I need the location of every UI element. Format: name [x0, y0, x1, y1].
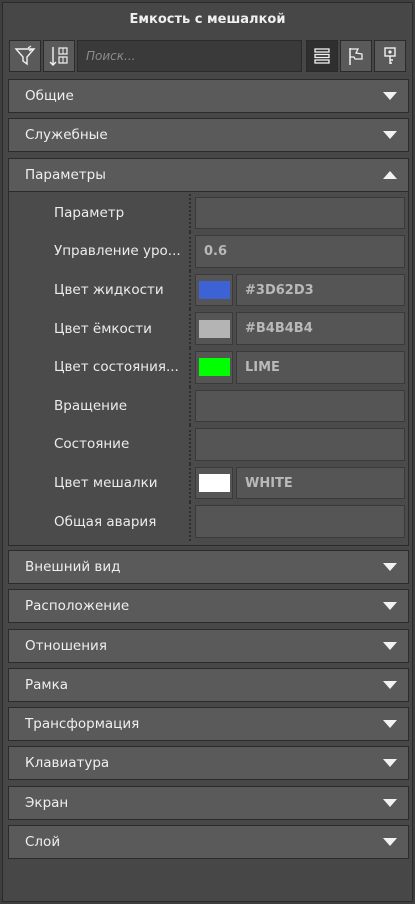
- param-row: Состояние: [9, 425, 408, 464]
- chevron-down-icon: [383, 680, 397, 689]
- param-row: Управление уро... 0.6: [9, 232, 408, 271]
- section-label: Служебные: [25, 127, 108, 144]
- color-swatch: [198, 319, 230, 338]
- toolbar: [9, 40, 408, 74]
- section-appearance[interactable]: Внешний вид: [8, 549, 409, 584]
- color-swatch-button[interactable]: [195, 350, 233, 384]
- param-value-field[interactable]: [195, 505, 405, 538]
- param-row: Общая авария: [9, 502, 408, 541]
- param-name: Цвет мешалки: [54, 475, 158, 492]
- color-swatch-button[interactable]: [195, 273, 233, 307]
- param-name: Цвет ёмкости: [54, 320, 152, 337]
- chevron-down-icon: [383, 798, 397, 807]
- param-value-field[interactable]: [195, 389, 405, 423]
- list-view-icon: [314, 48, 330, 64]
- param-name: Управление уро...: [54, 243, 181, 260]
- key-icon: [384, 47, 396, 64]
- section-service[interactable]: Служебные: [8, 118, 409, 153]
- color-swatch-button[interactable]: [195, 466, 233, 500]
- color-value-field[interactable]: LIME: [236, 350, 405, 384]
- section-general[interactable]: Общие: [8, 79, 409, 113]
- param-color-value: LIME: [195, 350, 405, 384]
- color-value-field[interactable]: #B4B4B4: [236, 312, 405, 345]
- chevron-down-icon: [383, 759, 397, 768]
- param-name: Состояние: [54, 436, 130, 453]
- chevron-down-icon: [383, 720, 397, 729]
- section-transform[interactable]: Трансформация: [8, 707, 409, 742]
- chevron-down-icon: [383, 131, 397, 140]
- section-label: Отношения: [25, 637, 107, 654]
- color-swatch: [198, 358, 230, 377]
- search-input[interactable]: [86, 49, 301, 63]
- section-label: Общие: [25, 88, 74, 104]
- color-value-field[interactable]: #3D62D3: [236, 273, 405, 307]
- section-layer[interactable]: Слой: [8, 825, 409, 860]
- section-label: Клавиатура: [25, 755, 110, 772]
- section-keyboard[interactable]: Клавиатура: [8, 746, 409, 781]
- section-label: Трансформация: [25, 716, 140, 733]
- section-label: Экран: [25, 794, 69, 811]
- section-label: Слой: [25, 834, 61, 851]
- chevron-down-icon: [383, 602, 397, 611]
- section-position[interactable]: Расположение: [8, 589, 409, 624]
- param-name: Цвет жидкости: [54, 282, 164, 299]
- param-row: Цвет ёмкости #B4B4B4: [9, 309, 408, 348]
- param-color-value: #B4B4B4: [195, 312, 405, 345]
- chevron-down-icon: [383, 838, 397, 847]
- flag-icon: [349, 48, 363, 65]
- properties-panel: Емкость с мешалкой Поиск... Общие Служеб…: [2, 2, 413, 902]
- section-label: Параметры: [25, 166, 106, 183]
- panel-title: Емкость с мешалкой: [129, 11, 286, 27]
- param-value-field[interactable]: [195, 428, 405, 461]
- section-parameters[interactable]: Параметры: [8, 157, 409, 192]
- param-row: Вращение: [9, 386, 408, 426]
- sort-icon: [49, 47, 68, 66]
- section-label: Рамка: [25, 676, 69, 693]
- param-name: Цвет состояния...: [54, 359, 179, 376]
- color-swatch-button[interactable]: [195, 312, 233, 345]
- param-row: Цвет жидкости #3D62D3: [9, 270, 408, 310]
- chevron-down-icon: [383, 92, 397, 100]
- param-row: Цвет состояния... LIME: [9, 347, 408, 387]
- filter-icon: [14, 45, 36, 66]
- section-label: Внешний вид: [25, 558, 121, 575]
- key-button[interactable]: [374, 40, 406, 72]
- param-value-field[interactable]: 0.6: [195, 235, 405, 268]
- param-name: Параметр: [54, 204, 125, 221]
- param-color-value: #3D62D3: [195, 273, 405, 307]
- section-label: Расположение: [25, 598, 130, 615]
- param-value-field[interactable]: [195, 196, 405, 230]
- color-swatch: [198, 281, 230, 300]
- search-field[interactable]: [77, 40, 302, 72]
- color-swatch: [198, 474, 230, 493]
- filter-button[interactable]: [9, 40, 41, 72]
- list-view-button[interactable]: [306, 40, 338, 72]
- param-row: Параметр: [9, 193, 408, 233]
- sort-button[interactable]: [43, 40, 75, 72]
- property-sections: Общие Служебные Параметры Параметр Управ…: [8, 79, 409, 864]
- param-color-value: WHITE: [195, 466, 405, 500]
- chevron-down-icon: [383, 562, 397, 571]
- parameters-body: Параметр Управление уро... 0.6 Цвет жидк…: [8, 191, 409, 546]
- chevron-up-icon: [383, 170, 397, 179]
- flag-button[interactable]: [340, 40, 372, 72]
- section-frame[interactable]: Рамка: [8, 667, 409, 702]
- param-name: Общая авария: [54, 513, 157, 530]
- param-name: Вращение: [54, 397, 128, 414]
- section-relations[interactable]: Отношения: [8, 628, 409, 663]
- chevron-down-icon: [383, 641, 397, 650]
- color-value-field[interactable]: WHITE: [236, 466, 405, 500]
- param-row: Цвет мешалки WHITE: [9, 463, 408, 503]
- section-screen[interactable]: Экран: [8, 785, 409, 820]
